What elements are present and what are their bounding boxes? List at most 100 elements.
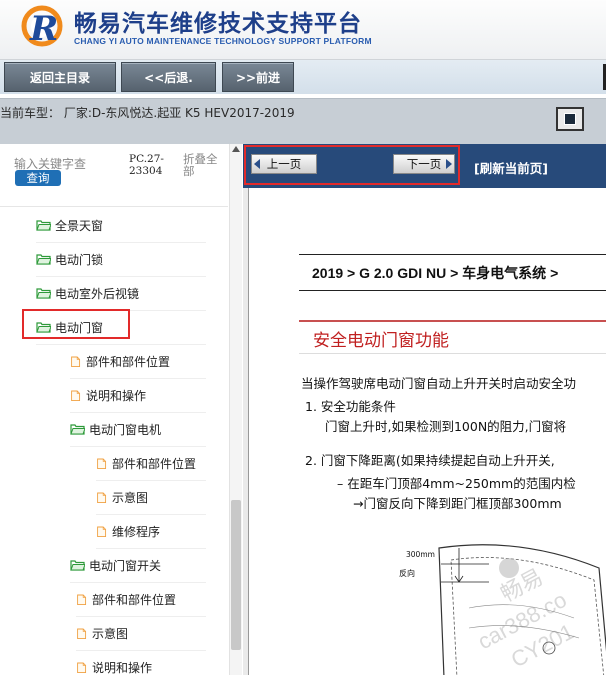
document-icon xyxy=(76,626,92,640)
tree-divider xyxy=(0,206,228,207)
tree-item[interactable]: 部件和部件位置 xyxy=(70,350,170,372)
scroll-up-icon[interactable] xyxy=(232,146,240,152)
section-rule-bottom xyxy=(299,353,606,354)
tree-separator xyxy=(36,310,206,311)
document-nav-bar: 上一页 下一页 [刷新当前页] xyxy=(243,144,606,188)
tree-item[interactable]: 维修程序 xyxy=(96,520,160,542)
tree-item-label: 示意图 xyxy=(112,490,149,505)
doc-breadcrumb: 2019 > G 2.0 GDI NU > 车身电气系统 > xyxy=(312,265,559,281)
section-rule xyxy=(299,320,606,322)
tree-item[interactable]: 示意图 xyxy=(96,486,148,508)
folder-open-icon xyxy=(70,423,89,435)
folder-open-icon xyxy=(36,219,55,231)
forward-button[interactable]: >>前进 xyxy=(222,62,294,92)
svg-text:R: R xyxy=(29,9,58,49)
tree-item-label: 部件和部件位置 xyxy=(112,456,197,471)
tree-item[interactable]: 说明和操作 xyxy=(76,656,152,675)
app-header: R 畅易汽车维修技术支持平台 CHANG YI AUTO MAINTENANCE… xyxy=(0,0,606,60)
doc-item1-body: 门窗上升时,如果检测到100N的阻力,门窗将 xyxy=(325,419,567,434)
catalog-sidebar: 输入关键字查 查询 PC.27- 23304 折叠全 部 全景天窗 电动门锁 电动室… xyxy=(0,144,242,675)
panel-toggle-button[interactable] xyxy=(556,107,584,131)
tree-item[interactable]: 电动门窗开关 xyxy=(70,554,161,576)
tree-separator xyxy=(36,242,206,243)
document-icon xyxy=(76,660,92,674)
tree-item[interactable]: 示意图 xyxy=(76,622,128,644)
doc-item2-title: 2. 门窗下降距离(如果持续提起自动上升开关, xyxy=(305,453,555,468)
tree-item-label: 全景天窗 xyxy=(55,218,104,233)
tree-separator xyxy=(76,650,206,651)
tree-item[interactable]: 电动室外后视镜 xyxy=(36,282,139,304)
fig-distance-label: 300mm xyxy=(406,550,435,559)
home-button[interactable]: 返回主目录 xyxy=(4,62,116,92)
search-button[interactable]: 查询 xyxy=(15,170,61,186)
folder-open-icon xyxy=(36,321,55,333)
tree-item-label: 部件和部件位置 xyxy=(92,592,177,607)
main-toolbar: 返回主目录 <<后退. >>前进 xyxy=(0,60,606,94)
tree-separator xyxy=(76,616,206,617)
tree-separator xyxy=(36,344,206,345)
arrow-right-icon xyxy=(446,159,452,169)
tree-item[interactable]: 电动门窗电机 xyxy=(70,418,161,440)
folder-open-icon xyxy=(36,253,55,265)
tree-item[interactable]: 全景天窗 xyxy=(36,214,103,236)
folder-open-icon xyxy=(70,559,89,571)
toggle-icon xyxy=(564,113,576,125)
next-page-label: 下一页 xyxy=(406,157,442,171)
tree-item-label: 示意图 xyxy=(92,626,129,641)
section-title: 安全电动门窗功能 xyxy=(313,331,449,351)
collapse-all-link[interactable]: 折叠全 部 xyxy=(183,153,223,177)
collapse-all-line2: 部 xyxy=(183,164,195,178)
document-viewer: 2019 > G 2.0 GDI NU > 车身电气系统 > 安全电动门窗功能 … xyxy=(248,188,606,675)
brand-subtitle: CHANG YI AUTO MAINTENANCE TECHNOLOGY SUP… xyxy=(74,36,372,46)
doc-item2-sub2: →门窗反向下降到距门框顶部300mm xyxy=(353,496,562,511)
tree-item-label: 说明和操作 xyxy=(86,388,147,403)
tree-separator xyxy=(70,378,206,379)
tree-item-label: 部件和部件位置 xyxy=(86,354,171,369)
pc-code-line1: PC.27- xyxy=(129,153,164,165)
document-icon xyxy=(70,354,86,368)
doc-item2-sub1: – 在距车门顶部4mm~250mm的范围内检 xyxy=(337,476,576,491)
tree-item[interactable]: 部件和部件位置 xyxy=(76,588,176,610)
document-icon xyxy=(96,490,112,504)
scroll-thumb[interactable] xyxy=(231,500,241,650)
tree-separator xyxy=(96,480,206,481)
prev-page-label: 上一页 xyxy=(266,157,302,171)
brand-title: 畅易汽车维修技术支持平台 xyxy=(74,11,362,37)
tree-separator xyxy=(70,446,206,447)
tree-item-label: 维修程序 xyxy=(112,524,161,539)
tree-item-label: 电动门锁 xyxy=(55,252,104,267)
doc-intro: 当操作驾驶席电动门窗自动上升开关时启动安全功 xyxy=(301,376,577,391)
vehicle-bar: 当前车型： 厂家:D-东风悦达.起亚 K5 HEV2017-2019 xyxy=(0,98,606,144)
document-icon xyxy=(96,456,112,470)
tree-separator xyxy=(70,582,206,583)
tree-item[interactable]: 电动门锁 xyxy=(36,248,103,270)
tree-separator xyxy=(70,412,206,413)
next-page-button[interactable]: 下一页 xyxy=(393,154,455,174)
prev-page-button[interactable]: 上一页 xyxy=(251,154,317,174)
tree-item-label: 说明和操作 xyxy=(92,660,153,675)
breadcrumb-rule-bottom xyxy=(299,290,606,291)
tree-item-label: 电动门窗 xyxy=(55,320,104,335)
current-vehicle-label: 当前车型： 厂家:D-东风悦达.起亚 K5 HEV2017-2019 xyxy=(0,106,295,120)
fig-reverse-label: 反向 xyxy=(399,569,415,578)
tree-separator xyxy=(96,548,206,549)
app-window: { "header": { "title_cn": "畅易汽车维修技术支持平台"… xyxy=(0,0,606,675)
tree-item-label: 电动门窗电机 xyxy=(89,422,162,437)
brand-r-logo-icon: R xyxy=(21,5,63,49)
breadcrumb-rule-top xyxy=(299,254,606,255)
tree-item-label: 电动室外后视镜 xyxy=(55,286,140,301)
tree-item-label: 电动门窗开关 xyxy=(89,558,162,573)
tree-item[interactable]: 部件和部件位置 xyxy=(96,452,196,474)
refresh-page-link[interactable]: [刷新当前页] xyxy=(474,158,548,177)
arrow-left-icon xyxy=(254,159,260,169)
document-icon xyxy=(70,388,86,402)
back-button[interactable]: <<后退. xyxy=(121,62,216,92)
sidebar-scrollbar[interactable] xyxy=(229,144,242,675)
tree-separator xyxy=(36,276,206,277)
tree-item[interactable]: 说明和操作 xyxy=(70,384,146,406)
tree-item[interactable]: 电动门窗 xyxy=(36,316,103,338)
doc-item1-title: 1. 安全功能条件 xyxy=(305,399,396,414)
document-icon xyxy=(76,592,92,606)
pc-code: PC.27- 23304 xyxy=(129,153,164,177)
tree-separator xyxy=(96,514,206,515)
